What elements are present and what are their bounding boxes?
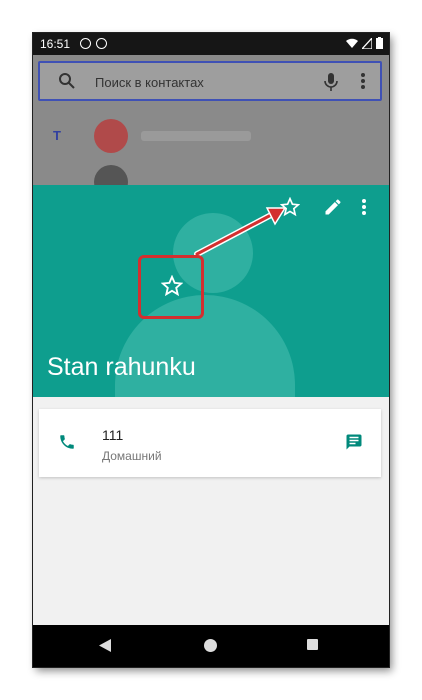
phone-card[interactable]: 111 Домашний	[39, 409, 381, 477]
phone-icon[interactable]	[58, 433, 76, 451]
search-input[interactable]: Поиск в контактах	[95, 75, 204, 90]
annotation-highlight	[138, 255, 204, 319]
phone-screen: 16:51 Поиск в контактах T Stan rahunku 1…	[33, 33, 389, 667]
system-icons	[346, 37, 383, 49]
more-vert-icon[interactable]	[360, 72, 366, 90]
pencil-icon[interactable]	[323, 197, 343, 217]
more-vert-icon[interactable]	[361, 197, 367, 217]
phone-type: Домашний	[102, 449, 162, 463]
signal-ring-icon	[80, 38, 91, 49]
battery-icon	[376, 37, 383, 49]
avatar[interactable]	[94, 119, 128, 153]
microphone-icon[interactable]	[324, 72, 338, 92]
section-letter: T	[53, 128, 61, 143]
search-bar[interactable]: Поиск в контактах	[38, 61, 382, 101]
sync-icon	[96, 38, 107, 49]
cell-signal-icon	[362, 37, 372, 49]
search-icon[interactable]	[58, 72, 76, 90]
annotation-arrow	[194, 207, 287, 257]
phone-number[interactable]: 111	[102, 427, 123, 443]
recents-icon[interactable]	[307, 639, 318, 650]
wifi-icon	[346, 38, 358, 48]
list-item[interactable]	[141, 131, 251, 141]
star-outline-icon[interactable]	[161, 275, 183, 297]
contact-name: Stan rahunku	[47, 353, 196, 381]
message-icon[interactable]	[345, 433, 363, 451]
status-time: 16:51	[40, 37, 71, 51]
navigation-bar	[33, 625, 389, 667]
status-bar: 16:51	[33, 33, 389, 55]
back-icon[interactable]	[99, 639, 111, 652]
contact-header: Stan rahunku	[33, 185, 389, 397]
home-icon[interactable]	[204, 639, 217, 652]
contacts-list-dimmed: Поиск в контактах T	[33, 55, 389, 199]
